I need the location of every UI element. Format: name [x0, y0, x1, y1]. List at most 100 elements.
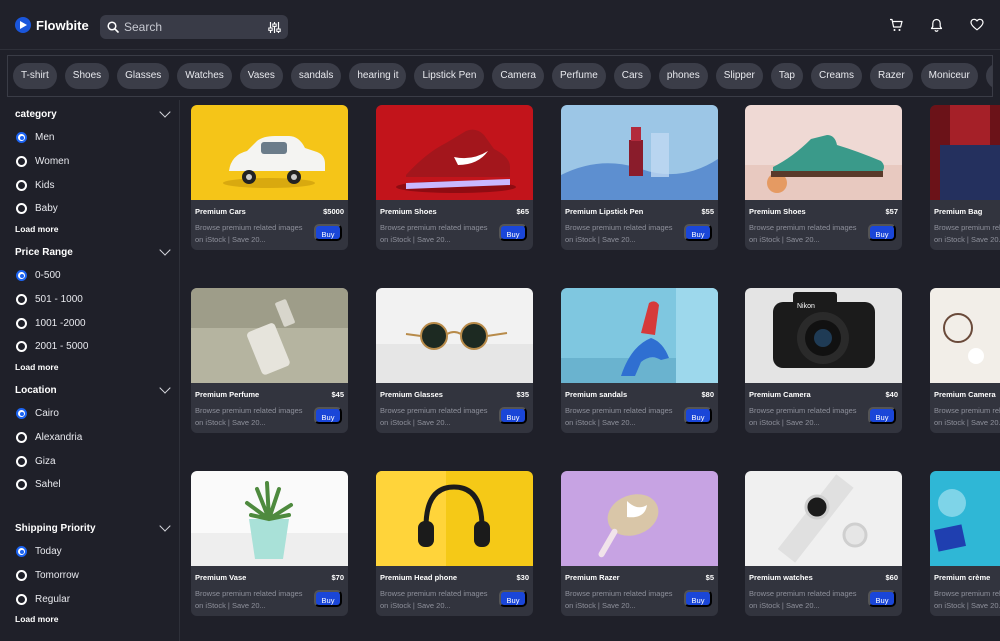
product-image[interactable]: [376, 288, 533, 383]
radio-button[interactable]: [16, 570, 27, 582]
product-card[interactable]: Nikon Premium Camera $40 Browse premium rel…: [745, 288, 902, 433]
product-image[interactable]: Nikon: [745, 288, 902, 383]
chip-watches[interactable]: Watches: [177, 63, 232, 89]
chip-moniceur[interactable]: Moniceur: [920, 63, 978, 89]
chevron-down-icon[interactable]: [159, 520, 171, 532]
shipping-filter-header[interactable]: Shipping Priority: [15, 520, 173, 536]
logo[interactable]: Flowbite: [15, 17, 89, 33]
buy-button[interactable]: Buy: [868, 407, 896, 424]
buy-button[interactable]: Buy: [684, 224, 712, 241]
chip-phones[interactable]: phones: [658, 63, 708, 89]
chip-perfume[interactable]: Perfume: [551, 63, 606, 89]
price-option-2001-5000[interactable]: 2001 - 5000: [16, 335, 173, 359]
product-image[interactable]: [376, 105, 533, 200]
product-card[interactable]: Premium Vase $70 Browse premium related im…: [191, 471, 348, 616]
product-image[interactable]: [930, 288, 1000, 383]
chip-razer[interactable]: Razer: [869, 63, 913, 89]
sliders-icon[interactable]: [268, 21, 281, 34]
product-card[interactable]: Premium crème Browse premium related imag…: [930, 471, 1000, 616]
shipping-option-today[interactable]: Today: [16, 540, 173, 564]
chevron-down-icon[interactable]: [159, 244, 171, 256]
buy-button[interactable]: Buy: [314, 407, 342, 424]
category-option-women[interactable]: Women: [16, 150, 173, 174]
radio-button[interactable]: [16, 203, 27, 215]
radio-button[interactable]: [16, 408, 27, 420]
product-image[interactable]: [745, 105, 902, 200]
radio-button[interactable]: [16, 341, 27, 353]
chip-dress[interactable]: Dress: [985, 63, 992, 89]
product-card[interactable]: Premium watches $60 Browse premium related…: [745, 471, 902, 616]
buy-button[interactable]: Buy: [684, 407, 712, 424]
chip-shoes[interactable]: Shoes: [64, 63, 110, 89]
radio-button[interactable]: [16, 546, 27, 558]
chip-slipper[interactable]: Slipper: [715, 63, 763, 89]
radio-button[interactable]: [16, 432, 27, 444]
chip-creams[interactable]: Creams: [810, 63, 862, 89]
product-card[interactable]: Premium Bag Browse premium related images…: [930, 105, 1000, 250]
product-card[interactable]: Premium Lipstick Pen $55 Browse premium re…: [561, 105, 718, 250]
category-filter-header[interactable]: category: [15, 106, 173, 122]
price-option-0-500[interactable]: 0-500: [16, 264, 173, 288]
product-card[interactable]: Premium Shoes $65 Browse premium related i…: [376, 105, 533, 250]
product-image[interactable]: [561, 105, 718, 200]
location-option-cairo[interactable]: Cairo: [16, 402, 173, 426]
category-option-men[interactable]: Men: [16, 126, 173, 150]
buy-button[interactable]: Buy: [499, 224, 527, 241]
buy-button[interactable]: Buy: [868, 590, 896, 607]
product-image[interactable]: [376, 471, 533, 566]
search-bar[interactable]: Search: [100, 15, 288, 39]
buy-button[interactable]: Buy: [684, 590, 712, 607]
shipping-option-tomorrow[interactable]: Tomorrow: [16, 564, 173, 588]
product-card[interactable]: Premium Head phone $30 Browse premium rela…: [376, 471, 533, 616]
category-option-kids[interactable]: Kids: [16, 173, 173, 197]
product-card[interactable]: Premium Cars $5000 Browse premium related …: [191, 105, 348, 250]
buy-button[interactable]: Buy: [314, 590, 342, 607]
product-card[interactable]: Premium sandals $80 Browse premium related…: [561, 288, 718, 433]
radio-button[interactable]: [16, 455, 27, 467]
buy-button[interactable]: Buy: [499, 407, 527, 424]
product-image[interactable]: [930, 105, 1000, 200]
location-option-alexandria[interactable]: Alexandria: [16, 426, 173, 450]
search-input[interactable]: Search: [124, 20, 263, 34]
chip-lipstick-pen[interactable]: Lipstick Pen: [414, 63, 485, 89]
product-image[interactable]: [191, 105, 348, 200]
radio-button[interactable]: [16, 593, 27, 605]
location-option-sahel[interactable]: Sahel: [16, 473, 173, 497]
radio-button[interactable]: [16, 179, 27, 191]
chip-vases[interactable]: Vases: [239, 63, 283, 89]
radio-button[interactable]: [16, 156, 27, 168]
product-image[interactable]: [561, 288, 718, 383]
product-image[interactable]: [191, 288, 348, 383]
cart-icon[interactable]: [889, 18, 903, 32]
radio-button[interactable]: [16, 479, 27, 491]
shipping-option-regular[interactable]: Regular: [16, 587, 173, 611]
location-option-giza[interactable]: Giza: [16, 449, 173, 473]
product-card[interactable]: Premium Camera Browse premium related ima…: [930, 288, 1000, 433]
product-card[interactable]: Premium Razer $5 Browse premium related im…: [561, 471, 718, 616]
price-load-more-link[interactable]: Load more: [15, 362, 173, 372]
product-card[interactable]: Premium Perfume $45 Browse premium related…: [191, 288, 348, 433]
product-card[interactable]: Premium Shoes $57 Browse premium related i…: [745, 105, 902, 250]
product-image[interactable]: [191, 471, 348, 566]
chip-sandals[interactable]: sandals: [290, 63, 342, 89]
location-filter-header[interactable]: Location: [15, 382, 173, 398]
chevron-down-icon[interactable]: [159, 106, 171, 118]
product-image[interactable]: [561, 471, 718, 566]
bell-icon[interactable]: [930, 18, 943, 32]
price-option-1001-2000[interactable]: 1001 -2000: [16, 311, 173, 335]
radio-button[interactable]: [16, 132, 27, 144]
chevron-down-icon[interactable]: [159, 382, 171, 394]
chip-cars[interactable]: Cars: [613, 63, 651, 89]
shipping-load-more-link[interactable]: Load more: [15, 614, 173, 624]
product-card[interactable]: Premium Glasses $35 Browse premium related…: [376, 288, 533, 433]
radio-button[interactable]: [16, 294, 27, 306]
buy-button[interactable]: Buy: [868, 224, 896, 241]
buy-button[interactable]: Buy: [314, 224, 342, 241]
radio-button[interactable]: [16, 317, 27, 329]
price-filter-header[interactable]: Price Range: [15, 244, 173, 260]
chip-camera[interactable]: Camera: [492, 63, 544, 89]
radio-button[interactable]: [16, 270, 27, 282]
heart-icon[interactable]: [970, 18, 984, 31]
chip-hearing-it[interactable]: hearing it: [349, 63, 407, 89]
chip-glasses[interactable]: Glasses: [117, 63, 170, 89]
